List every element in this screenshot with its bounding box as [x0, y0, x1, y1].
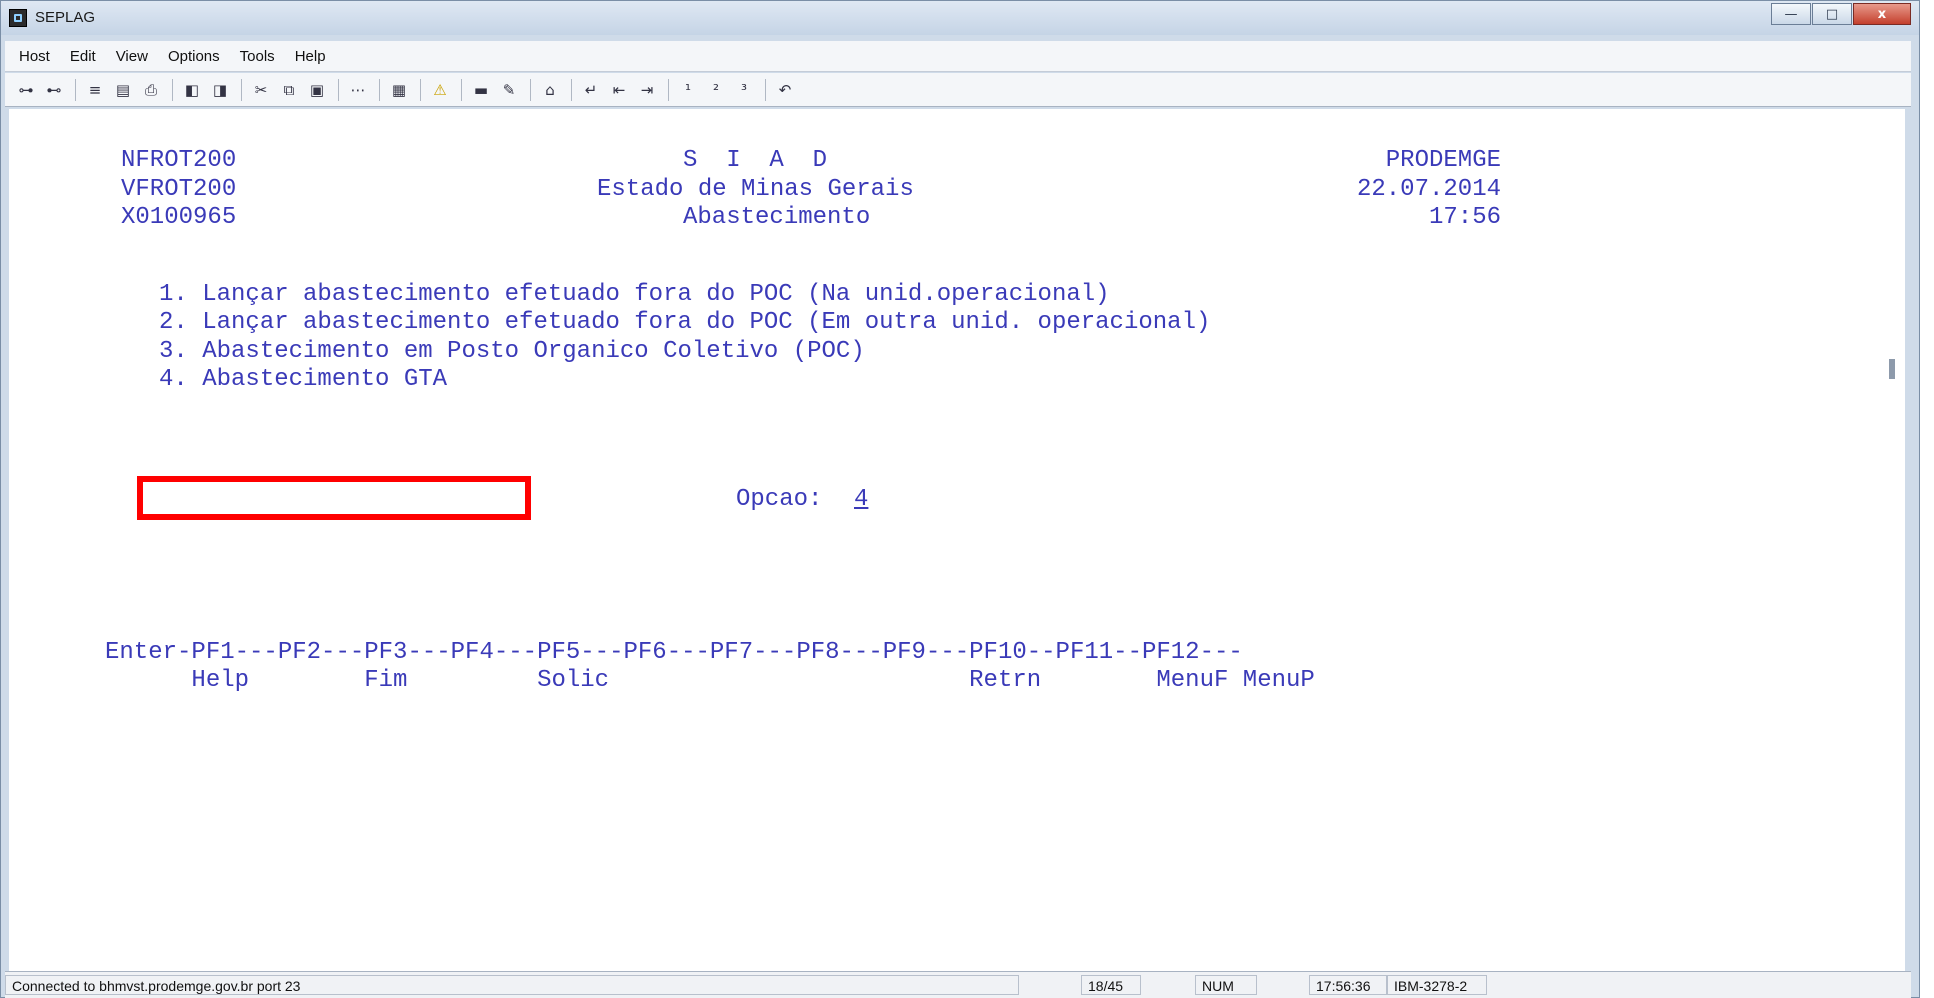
toolbar-separator	[461, 78, 462, 101]
menu-options[interactable]: Options	[168, 48, 220, 65]
menu-option-4[interactable]: 4. Abastecimento GTA	[159, 366, 447, 394]
close-button[interactable]: x	[1853, 3, 1911, 25]
print-icon[interactable]: ⎙	[140, 79, 162, 101]
toolbar-separator	[765, 78, 766, 101]
enter-icon[interactable]: ↵	[580, 79, 602, 101]
toolbar-separator	[571, 78, 572, 101]
menu-tools[interactable]: Tools	[240, 48, 275, 65]
toolbar-separator	[241, 78, 242, 101]
program-id: NFROT200	[121, 147, 237, 174]
pf-labels-line: Help Fim Solic Retrn MenuF MenuP	[105, 667, 1315, 694]
menu-option-2[interactable]: 2. Lançar abastecimento efetuado fora do…	[159, 309, 1210, 337]
receive-file-icon[interactable]: ▤	[112, 79, 134, 101]
macro-play-icon[interactable]: ◨	[209, 79, 231, 101]
screen-icon[interactable]: ▬	[470, 79, 492, 101]
screen-id: VFROT200	[121, 176, 237, 203]
menu-help[interactable]: Help	[295, 48, 326, 65]
warning-icon[interactable]: ⚠	[429, 79, 451, 101]
pf2-icon[interactable]: ²	[705, 79, 727, 101]
home-icon[interactable]: ⌂	[539, 79, 561, 101]
option-prompt-label: Opcao:	[736, 486, 823, 513]
menu-view[interactable]: View	[116, 48, 148, 65]
paste-icon[interactable]: ▣	[306, 79, 328, 101]
company-name: PRODEMGE	[1385, 147, 1501, 174]
system-title: S I A D	[683, 147, 828, 174]
tab-icon[interactable]: ⇥	[636, 79, 658, 101]
toolbar-separator	[530, 78, 531, 101]
module-title: Abastecimento	[683, 204, 871, 231]
connect-icon[interactable]: ⊶	[15, 79, 37, 101]
toolbar-separator	[668, 78, 669, 101]
macro-record-icon[interactable]: ◧	[181, 79, 203, 101]
terminal-window: SEPLAG — □ x Host Edit View Options Tool…	[0, 0, 1920, 998]
pf-keys-line: Enter-PF1---PF2---PF3---PF4---PF5---PF6-…	[105, 639, 1243, 666]
title-bar[interactable]: SEPLAG — □ x	[1, 1, 1919, 35]
toolbar-separator	[172, 78, 173, 101]
menu-option-3[interactable]: 3. Abastecimento em Posto Organico Colet…	[159, 338, 865, 366]
status-bar: Connected to bhmvst.prodemge.gov.br port…	[5, 971, 1911, 998]
menu-option-1[interactable]: 1. Lançar abastecimento efetuado fora do…	[159, 281, 1110, 309]
user-id: X0100965	[121, 204, 237, 231]
pf1-icon[interactable]: ¹	[677, 79, 699, 101]
terminal-screen[interactable]: NFROT200 VFROT200 X0100965 S I A D Estad…	[9, 109, 1905, 971]
scroll-indicator	[1889, 359, 1895, 379]
cut-icon[interactable]: ✂	[250, 79, 272, 101]
pen-icon[interactable]: ✎	[498, 79, 520, 101]
highlight-box	[137, 476, 531, 520]
menu-edit[interactable]: Edit	[70, 48, 96, 65]
current-time: 17:56	[1428, 204, 1501, 231]
keyboard-map-icon[interactable]: ▦	[388, 79, 410, 101]
send-file-icon[interactable]: ≡	[84, 79, 106, 101]
toolbar-separator	[379, 78, 380, 101]
toolbar: ⊶ ⊷ ≡ ▤ ⎙ ◧ ◨ ✂ ⧉ ▣ ⋯ ▦ ⚠ ▬ ✎ ⌂ ↵ ⇤ ⇥ ¹ …	[5, 73, 1911, 107]
menu-bar: Host Edit View Options Tools Help	[5, 41, 1911, 72]
dots-icon[interactable]: ⋯	[347, 79, 369, 101]
numlock-indicator: NUM	[1195, 975, 1257, 995]
app-icon	[9, 9, 27, 27]
disconnect-icon[interactable]: ⊷	[43, 79, 65, 101]
clock: 17:56:36	[1309, 975, 1387, 995]
window-title: SEPLAG	[35, 9, 96, 26]
undo-icon[interactable]: ↶	[774, 79, 796, 101]
current-date: 22.07.2014	[1356, 176, 1501, 203]
minimize-button[interactable]: —	[1771, 3, 1811, 25]
cursor-position: 18/45	[1081, 975, 1141, 995]
toolbar-separator	[338, 78, 339, 101]
pf3-icon[interactable]: ³	[733, 79, 755, 101]
toolbar-separator	[75, 78, 76, 101]
copy-icon[interactable]: ⧉	[278, 79, 300, 101]
field-left-icon[interactable]: ⇤	[608, 79, 630, 101]
terminal-type: IBM-3278-2	[1387, 975, 1487, 995]
state-title: Estado de Minas Gerais	[597, 176, 914, 203]
option-input[interactable]: 4	[854, 486, 868, 514]
menu-host[interactable]: Host	[19, 48, 50, 65]
toolbar-separator	[420, 78, 421, 101]
connection-status: Connected to bhmvst.prodemge.gov.br port…	[5, 975, 1019, 995]
maximize-button[interactable]: □	[1812, 3, 1852, 25]
